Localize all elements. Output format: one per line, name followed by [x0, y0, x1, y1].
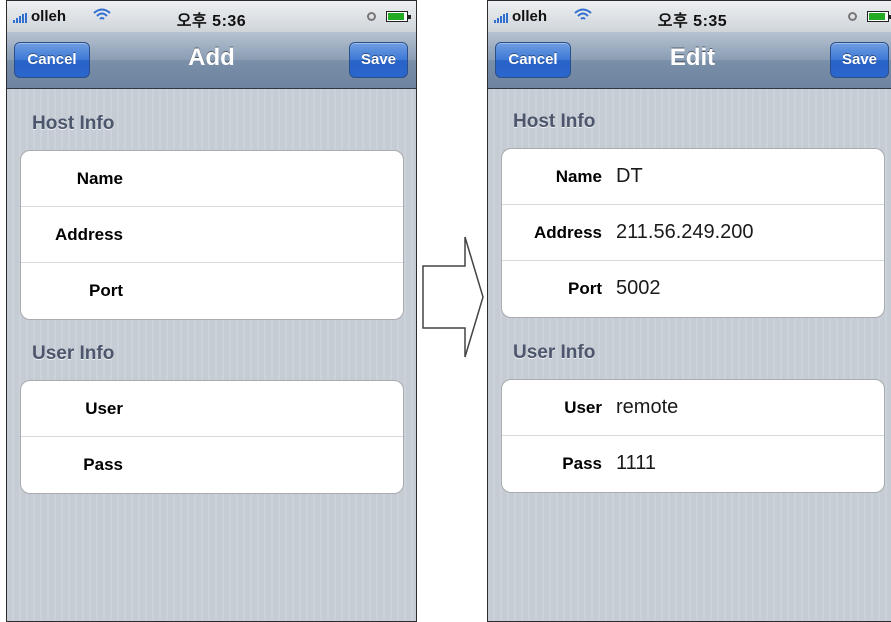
port-field[interactable]: 5002 — [616, 261, 661, 316]
name-field[interactable]: DT — [616, 149, 643, 204]
orientation-lock-icon — [848, 12, 857, 21]
address-field[interactable]: 211.56.249.200 — [616, 205, 754, 260]
navigation-bar: Cancel Edit Save — [488, 32, 891, 89]
section-header-user-info: User Info — [513, 342, 596, 363]
name-row[interactable]: Name — [21, 151, 403, 207]
status-time: 오후 5:36 — [176, 13, 247, 30]
user-label: User — [85, 399, 123, 418]
pass-label: Pass — [83, 455, 123, 474]
pass-row[interactable]: Pass 1111 — [502, 436, 884, 492]
user-info-group: User Pass — [20, 380, 404, 494]
status-bar: olleh 오후 5:36 — [7, 1, 416, 33]
pass-field[interactable]: 1111 — [616, 436, 656, 491]
add-screen: olleh 오후 5:36 Cancel Add Save Host Info … — [6, 0, 417, 622]
user-field[interactable]: remote — [616, 380, 678, 435]
address-label: Address — [533, 223, 602, 242]
port-label: Port — [568, 279, 602, 298]
edit-screen: olleh 오후 5:35 Cancel Edit Save Host Info… — [487, 0, 891, 622]
section-header-host-info: Host Info — [513, 111, 596, 132]
right-arrow-icon — [422, 236, 484, 358]
port-row[interactable]: Port — [21, 263, 403, 319]
address-row[interactable]: Address 211.56.249.200 — [502, 205, 884, 261]
name-label: Name — [555, 167, 602, 186]
address-label: Address — [54, 225, 123, 244]
name-row[interactable]: Name DT — [502, 149, 884, 205]
host-info-group: Name Address Port — [20, 150, 404, 320]
save-button[interactable]: Save — [830, 42, 889, 78]
name-label: Name — [76, 169, 123, 188]
battery-icon — [386, 11, 411, 22]
status-time: 오후 5:35 — [657, 13, 728, 30]
user-label: User — [564, 398, 602, 417]
address-row[interactable]: Address — [21, 207, 403, 263]
navigation-bar: Cancel Add Save — [7, 32, 416, 89]
section-header-user-info: User Info — [32, 343, 115, 364]
section-header-host-info: Host Info — [32, 113, 115, 134]
user-info-group: User remote Pass 1111 — [501, 379, 885, 493]
save-button[interactable]: Save — [349, 42, 408, 78]
user-row[interactable]: User — [21, 381, 403, 437]
battery-icon — [867, 11, 891, 22]
pass-row[interactable]: Pass — [21, 437, 403, 493]
port-row[interactable]: Port 5002 — [502, 261, 884, 317]
host-info-group: Name DT Address 211.56.249.200 Port 5002 — [501, 148, 885, 318]
status-bar: olleh 오후 5:35 — [488, 1, 891, 33]
port-label: Port — [89, 281, 123, 300]
orientation-lock-icon — [367, 12, 376, 21]
user-row[interactable]: User remote — [502, 380, 884, 436]
pass-label: Pass — [562, 454, 602, 473]
